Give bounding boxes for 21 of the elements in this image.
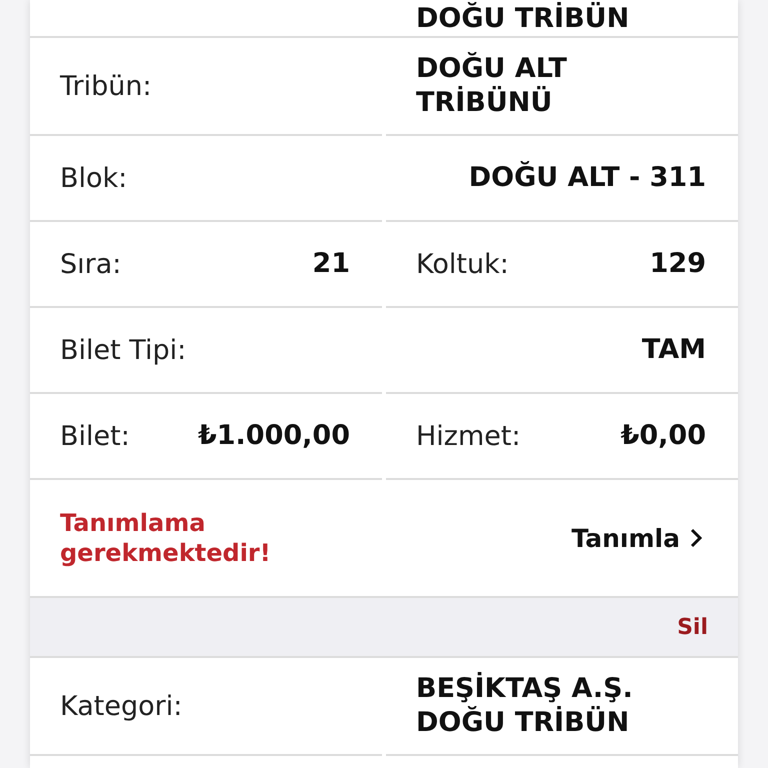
field-value: ₺0,00 [620, 419, 706, 453]
field-label: Hizmet: [416, 420, 521, 452]
chevron-right-icon [690, 528, 702, 548]
warning-text: Tanımlama gerekmektedir! [60, 508, 272, 568]
field-label: Koltuk: [416, 248, 509, 280]
field-value: DOĞU ALT - 311 [468, 161, 706, 195]
field-value: TAM [642, 333, 706, 367]
field-label: Kategori: [60, 690, 182, 722]
field-label: Sıra: [60, 248, 122, 280]
field-value: BEŞİKTAŞ A.Ş. DOĞU TRİBÜN [416, 672, 634, 740]
define-link[interactable]: Tanımla [571, 524, 702, 552]
field-label: Bilet Tipi: [60, 334, 186, 366]
field-value: 129 [650, 247, 706, 281]
field-label: Blok: [60, 162, 128, 194]
field-value: DOĞU ALT TRİBÜNÜ [416, 52, 568, 120]
delete-link[interactable]: Sil [677, 614, 708, 640]
field-value: DOĞU TRİBÜN [416, 2, 630, 36]
field-label: Tribün: [60, 70, 152, 102]
field-label: Bilet: [60, 420, 130, 452]
field-value: 21 [312, 247, 350, 281]
field-value: ₺1.000,00 [198, 419, 350, 453]
